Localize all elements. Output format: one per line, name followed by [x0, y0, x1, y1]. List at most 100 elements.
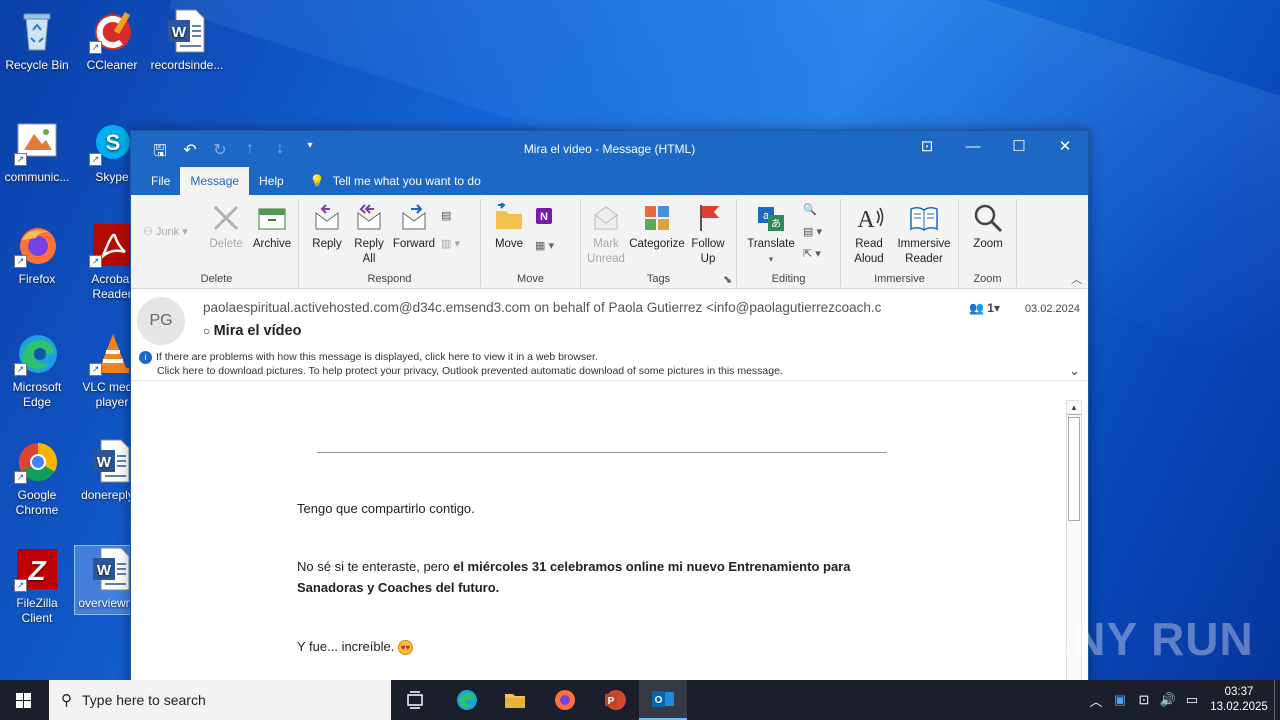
desktop-icon-label: Microsoft Edge [12, 380, 62, 409]
image-file-icon: ↗ [14, 120, 60, 166]
window-controls: ⊡ — ☐ ✕ [904, 131, 1088, 165]
volume-icon[interactable]: 🔊 [1156, 692, 1180, 708]
select-icon[interactable]: ⇱ ▾ [803, 247, 821, 260]
group-respond: Reply Reply All Forward ▤ ▥ ▾ Respond [299, 199, 481, 287]
info-line-1[interactable]: If there are problems with how this mess… [156, 351, 598, 363]
desktop-icon-label: Google Chrome [15, 488, 59, 517]
show-desktop-button[interactable] [1274, 680, 1280, 720]
task-view-button[interactable] [391, 680, 439, 720]
network-icon[interactable]: ⊡ [1132, 692, 1156, 708]
ribbon-tabs: File Message Help 💡 Tell me what you wan… [131, 167, 1088, 195]
zoom-button[interactable]: Zoom [965, 203, 1011, 252]
desktop-icon-edge[interactable]: ↗ Microsoft Edge [0, 330, 74, 410]
archive-button[interactable]: Archive [249, 203, 295, 252]
desktop-icon-ccleaner[interactable]: ↗ CCleaner [75, 8, 149, 73]
powerpoint-icon: P [605, 690, 626, 710]
info-bar[interactable]: i If there are problems with how this mes… [139, 350, 783, 378]
search-placeholder: Type here to search [82, 692, 206, 708]
windows-logo-icon [16, 693, 31, 708]
clock-date: 13.02.2025 [1210, 701, 1268, 713]
group-move: Move N ▦ ▾ Move [481, 199, 581, 287]
immersive-reader-button[interactable]: Immersive Reader [893, 203, 955, 267]
flag-icon [693, 203, 723, 233]
read-aloud-button[interactable]: A Read Aloud [847, 203, 891, 267]
desktop-icon-label: communic... [4, 170, 70, 184]
desktop-icon-recycle-bin[interactable]: Recycle Bin [0, 8, 74, 73]
expand-header-icon[interactable]: ⌄ [1069, 363, 1080, 379]
junk-button[interactable]: ⚇ Junk ▾ [143, 225, 188, 238]
categorize-button[interactable]: Categorize [629, 203, 685, 252]
svg-text:W: W [97, 454, 112, 471]
recipients-button[interactable]: 👥 1▾ [969, 301, 1000, 315]
onenote-icon[interactable]: N [535, 207, 553, 228]
desktop-icon-chrome[interactable]: ↗ Google Chrome [0, 438, 74, 518]
svg-text:N: N [540, 211, 548, 223]
taskbar-search-box[interactable]: ⚲ Type here to search [49, 680, 391, 720]
maximize-button[interactable]: ☐ [996, 131, 1042, 165]
tab-file[interactable]: File [141, 167, 180, 195]
firefox-icon [555, 690, 575, 710]
meeting-reply-icon[interactable]: ▤ [441, 209, 451, 222]
delete-x-icon [211, 203, 241, 233]
notification-monitor-icon[interactable]: ▭ [1180, 692, 1204, 708]
collapse-ribbon-icon[interactable]: ︿ [1071, 271, 1082, 287]
tell-me-box[interactable]: 💡 Tell me what you want to do [310, 167, 481, 195]
body-paragraph-2: No sé si te enteraste, pero el miércoles… [297, 556, 917, 598]
taskbar-file-explorer[interactable] [491, 680, 539, 720]
reply-all-button[interactable]: Reply All [349, 203, 389, 267]
forward-button[interactable]: Forward [391, 203, 437, 252]
svg-text:P: P [608, 696, 615, 707]
shortcut-arrow-icon: ↗ [14, 255, 27, 268]
reply-button[interactable]: Reply [307, 203, 347, 252]
start-button[interactable] [0, 680, 48, 720]
scroll-up-icon[interactable]: ▲ [1067, 401, 1081, 415]
desktop-icon-recordsinde[interactable]: W recordsinde... [150, 8, 224, 73]
info-line-2[interactable]: Click here to download pictures. To help… [139, 364, 783, 378]
minimize-button[interactable]: — [950, 131, 996, 165]
translate-button[interactable]: aあ Translate ▾ [743, 203, 799, 267]
clock[interactable]: 03:37 13.02.2025 [1204, 685, 1274, 715]
word-document-icon: W [89, 546, 135, 592]
firefox-icon: ↗ [14, 222, 60, 268]
taskbar-edge[interactable] [443, 680, 491, 720]
archive-icon [257, 203, 287, 233]
desktop-icon-communic[interactable]: ↗ communic... [0, 120, 74, 185]
avatar: PG [137, 297, 185, 345]
desktop-icon-firefox[interactable]: ↗ Firefox [0, 222, 74, 287]
ribbon-display-options-icon[interactable]: ⊡ [904, 131, 950, 165]
outlook-tray-icon[interactable]: ▣ [1108, 692, 1132, 708]
delete-button[interactable]: Delete [205, 203, 247, 252]
taskbar-firefox[interactable] [541, 680, 589, 720]
body-paragraph-1: Tengo que compartirlo contigo. [297, 501, 475, 516]
sender-line[interactable]: paolaespiritual.activehosted.com@d34c.em… [203, 300, 933, 315]
people-count: 1 [987, 301, 994, 315]
desktop-icon-filezilla[interactable]: Z ↗ FileZilla Client [0, 546, 74, 626]
follow-up-button[interactable]: Follow Up [687, 203, 729, 267]
rules-icon[interactable]: ▦ ▾ [535, 239, 554, 252]
group-delete: ⚇ Junk ▾ Delete Archive Delete [135, 199, 299, 287]
svg-text:S: S [106, 130, 121, 155]
filezilla-icon: Z ↗ [14, 546, 60, 592]
chevron-up-icon[interactable]: ︿ [1084, 691, 1108, 710]
lightbulb-icon: 💡 [309, 174, 325, 188]
tab-message[interactable]: Message [180, 167, 250, 195]
more-respond-icon[interactable]: ▥ ▾ [441, 237, 460, 250]
close-button[interactable]: ✕ [1042, 131, 1088, 165]
taskbar: ⚲ Type here to search P O ︿ ▣ ⊡ 🔊 ▭ 03:3… [0, 680, 1280, 720]
related-icon[interactable]: ▤ ▾ [803, 225, 822, 238]
shortcut-arrow-icon: ↗ [89, 41, 102, 54]
mark-unread-button[interactable]: Mark Unread [585, 203, 627, 267]
chrome-icon: ↗ [14, 438, 60, 484]
taskbar-outlook[interactable]: O [639, 680, 687, 720]
tab-help[interactable]: Help [249, 167, 294, 195]
find-icon[interactable]: 🔍 [803, 203, 817, 216]
scroll-thumb[interactable] [1068, 417, 1080, 521]
forward-icon [399, 203, 429, 233]
desktop-icon-label: Recycle Bin [5, 58, 69, 72]
group-tags: Mark Unread Categorize Follow Up ⬊ Tags [581, 199, 737, 287]
move-button[interactable]: Move [487, 202, 531, 252]
taskbar-powerpoint[interactable]: P [591, 680, 639, 720]
word-document-icon: W [89, 438, 135, 484]
heart-eyes-emoji-icon: ♥♥ [397, 640, 413, 656]
desktop-icon-label: Firefox [18, 272, 56, 286]
